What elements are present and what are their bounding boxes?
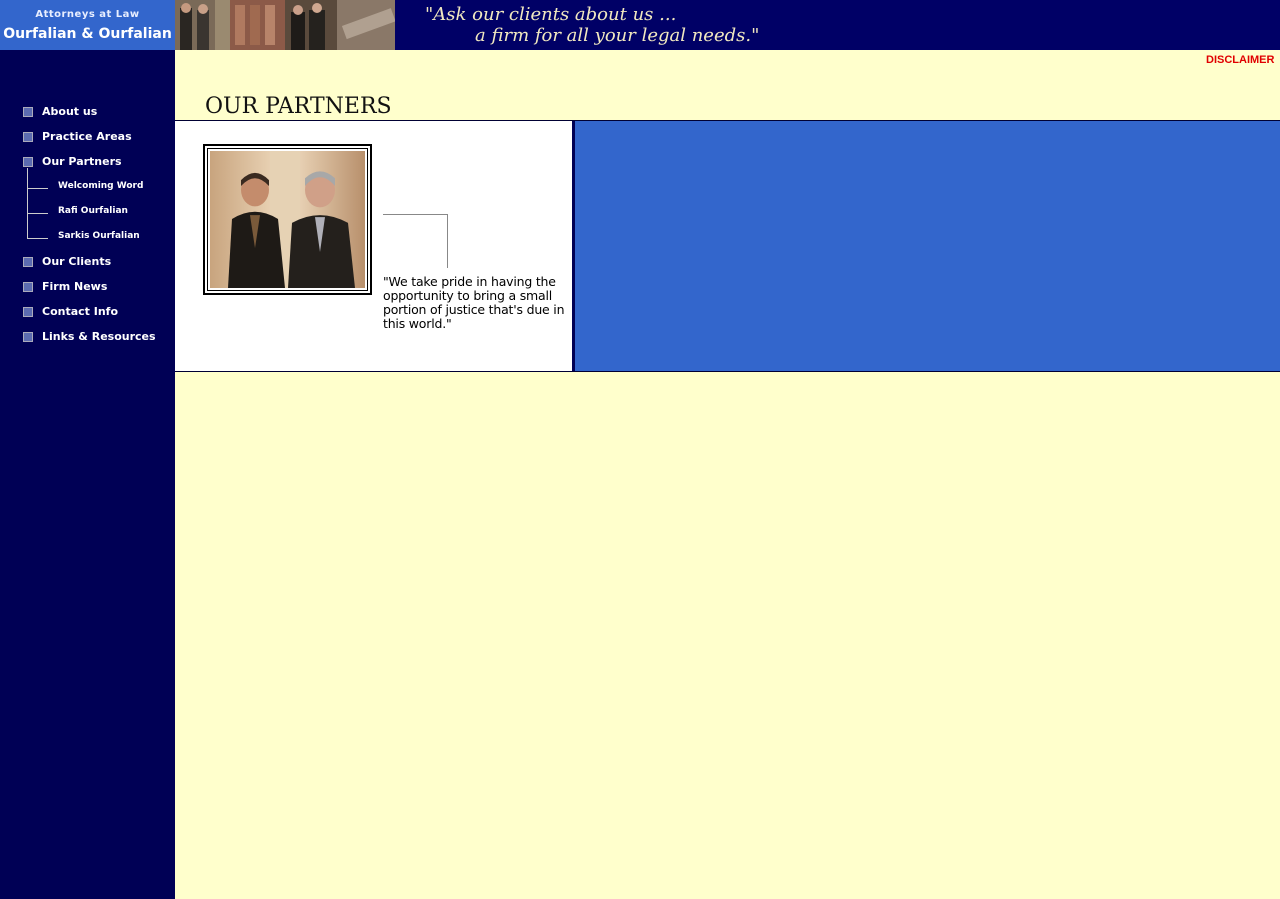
partners-photo-icon <box>210 151 365 288</box>
site-header: Attorneys at Law Ourfalian & Ourfalian "… <box>0 0 1280 50</box>
partners-photo-frame <box>203 144 372 295</box>
square-bullet-icon <box>23 307 33 317</box>
partners-panel: "We take pride in having the opportunity… <box>175 121 575 371</box>
logo-subtitle: Attorneys at Law <box>35 9 140 20</box>
sidebar-item-label: Practice Areas <box>42 130 132 143</box>
slogan-line-2: a firm for all your legal needs." <box>475 25 760 46</box>
page-title: OUR PARTNERS <box>205 94 392 119</box>
sidebar-item-our-clients[interactable]: Our Clients <box>0 253 175 273</box>
sidebar-item-practice-areas[interactable]: Practice Areas <box>0 128 175 148</box>
sidebar-item-firm-news[interactable]: Firm News <box>0 278 175 298</box>
site-logo[interactable]: Attorneys at Law Ourfalian & Ourfalian <box>0 0 175 50</box>
partners-quote: "We take pride in having the opportunity… <box>383 274 565 331</box>
square-bullet-icon <box>23 132 33 142</box>
slogan-line-1: "Ask our clients about us ... <box>425 4 677 25</box>
square-bullet-icon <box>23 332 33 342</box>
firm-slogan: "Ask our clients about us ... a firm for… <box>425 4 759 46</box>
square-bullet-icon <box>23 282 33 292</box>
sidebar-subitem-rafi-ourfalian[interactable]: Rafi Ourfalian <box>0 203 175 223</box>
disclaimer-link[interactable]: DISCLAIMER <box>1206 54 1274 66</box>
sidebar-subitem-label: Sarkis Ourfalian <box>58 231 140 241</box>
office-photo-strip <box>175 0 395 50</box>
sidebar-subitem-sarkis-ourfalian[interactable]: Sarkis Ourfalian <box>0 228 175 248</box>
partners-photo <box>207 148 368 291</box>
sidebar-item-label: Our Partners <box>42 155 122 168</box>
sidebar-item-contact-info[interactable]: Contact Info <box>0 303 175 323</box>
square-bullet-icon <box>23 107 33 117</box>
logo-firm-name: Ourfalian & Ourfalian <box>3 26 172 42</box>
sidebar-item-label: Contact Info <box>42 305 119 318</box>
sidebar-subitem-label: Welcoming Word <box>58 181 144 191</box>
sidebar-item-label: Our Clients <box>42 255 112 268</box>
quote-bracket <box>383 214 448 268</box>
sidebar-subitem-welcoming-word[interactable]: Welcoming Word <box>0 178 175 198</box>
sidebar-item-about-us[interactable]: About us <box>0 103 175 123</box>
sidebar-item-links-resources[interactable]: Links & Resources <box>0 328 175 348</box>
sidebar-subitem-label: Rafi Ourfalian <box>58 206 128 216</box>
sidebar-item-label: About us <box>42 105 98 118</box>
square-bullet-icon <box>23 157 33 167</box>
sidebar-item-label: Firm News <box>42 280 108 293</box>
sidebar-item-label: Links & Resources <box>42 330 156 343</box>
partners-content-band: "We take pride in having the opportunity… <box>175 120 1280 372</box>
blue-content-panel <box>575 121 1280 371</box>
square-bullet-icon <box>23 257 33 267</box>
office-photo-icon <box>175 0 395 50</box>
